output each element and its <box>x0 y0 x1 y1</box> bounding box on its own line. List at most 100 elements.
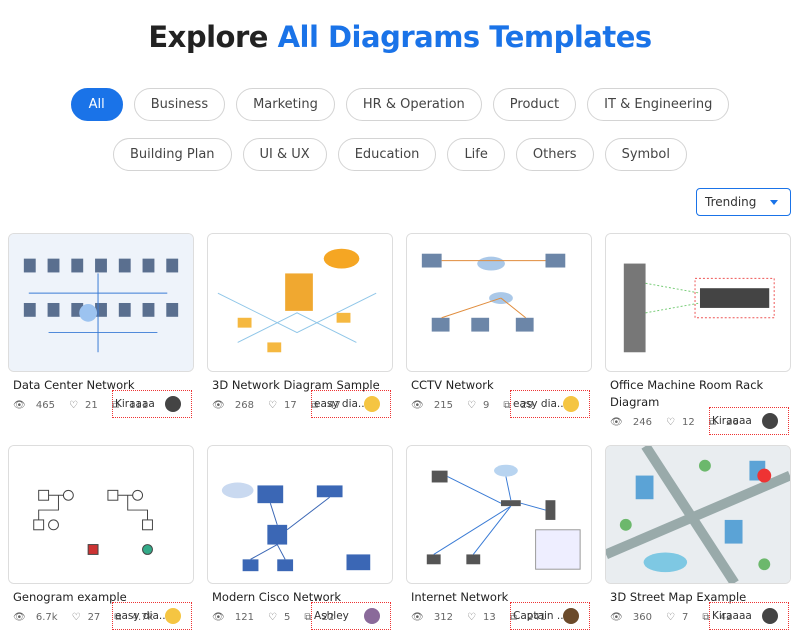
sort-dropdown[interactable]: Trending <box>696 188 791 216</box>
author-link[interactable]: easy dia... <box>311 390 391 418</box>
views-count: 👁 121 <box>212 611 254 623</box>
author-link[interactable]: Kiraaaa <box>112 390 192 418</box>
eye-icon: 👁 <box>411 611 424 623</box>
author-name: easy dia... <box>314 398 368 410</box>
template-thumbnail[interactable] <box>406 445 592 584</box>
views-count: 👁 360 <box>610 611 652 623</box>
filter-product[interactable]: Product <box>492 88 577 121</box>
filter-life[interactable]: Life <box>447 138 505 171</box>
filter-building-plan[interactable]: Building Plan <box>113 138 232 171</box>
author-name: easy dia... <box>115 610 169 622</box>
likes-count: ♡ 17 <box>267 399 297 411</box>
heart-icon: ♡ <box>466 611 476 623</box>
author-name: Kiraaaa <box>712 610 752 622</box>
likes-count: ♡ 21 <box>68 399 98 411</box>
likes-count: ♡ 9 <box>466 399 490 411</box>
eye-icon: 👁 <box>610 611 623 623</box>
eye-icon: 👁 <box>13 611 26 623</box>
eye-icon: 👁 <box>212 399 225 411</box>
avatar <box>165 396 181 412</box>
template-stats: 👁 312 ♡ 13 ⧉ 241 Captain ... <box>406 602 592 630</box>
template-stats: 👁 246 ♡ 12 ⧉ 26 Kiraaaa <box>605 407 791 435</box>
template-card[interactable]: Data Center Network 👁 465 ♡ 21 ⧉ 111 Kira… <box>8 233 194 418</box>
heart-icon: ♡ <box>267 399 277 411</box>
filter-row-2: Building Plan UI & UX Education Life Oth… <box>0 138 800 171</box>
avatar <box>364 608 380 624</box>
author-link[interactable]: Ashley <box>311 602 391 630</box>
template-thumbnail[interactable] <box>605 445 791 584</box>
eye-icon: 👁 <box>411 399 424 411</box>
filter-all[interactable]: All <box>70 88 123 121</box>
likes-count: ♡ 27 <box>71 611 101 623</box>
avatar <box>762 413 778 429</box>
heart-icon: ♡ <box>466 399 476 411</box>
template-stats: 👁 6.7k ♡ 27 ⧉ 4.7k easy dia... <box>8 602 194 630</box>
template-stats: 👁 360 ♡ 7 ⧉ 42 Kiraaaa <box>605 602 791 630</box>
template-card[interactable]: 3D Street Map Example 👁 360 ♡ 7 ⧉ 42 Kira… <box>605 445 791 630</box>
author-link[interactable]: Captain ... <box>510 602 590 630</box>
likes-count: ♡ 5 <box>267 611 291 623</box>
template-thumbnail[interactable] <box>8 233 194 372</box>
template-card[interactable]: Internet Network 👁 312 ♡ 13 ⧉ 241 Captain… <box>406 445 592 630</box>
filter-hr-operation[interactable]: HR & Operation <box>345 88 482 121</box>
likes-count: ♡ 13 <box>466 611 496 623</box>
template-card[interactable]: CCTV Network 👁 215 ♡ 9 ⧉ 29 easy dia... <box>406 233 592 418</box>
sort-value: Trending <box>705 195 757 209</box>
avatar <box>563 608 579 624</box>
author-name: Ashley <box>314 610 349 622</box>
filter-row-1: All Business Marketing HR & Operation Pr… <box>0 88 800 121</box>
template-card[interactable]: 3D Network Diagram Sample 👁 268 ♡ 17 ⧉ 47… <box>207 233 393 418</box>
views-count: 👁 268 <box>212 399 254 411</box>
heart-icon: ♡ <box>665 611 675 623</box>
views-count: 👁 246 <box>610 416 652 428</box>
views-count: 👁 312 <box>411 611 453 623</box>
template-stats: 👁 268 ♡ 17 ⧉ 47 easy dia... <box>207 390 393 418</box>
template-stats: 👁 465 ♡ 21 ⧉ 111 Kiraaaa <box>8 390 194 418</box>
filter-symbol[interactable]: Symbol <box>604 138 687 171</box>
template-card[interactable]: Office Machine Room Rack Diagram 👁 246 ♡… <box>605 233 791 435</box>
title-highlight: All Diagrams Templates <box>277 20 653 54</box>
chevron-down-icon <box>770 200 778 205</box>
eye-icon: 👁 <box>13 399 26 411</box>
author-name: Kiraaaa <box>712 415 752 427</box>
author-link[interactable]: Kiraaaa <box>709 602 789 630</box>
template-thumbnail[interactable] <box>8 445 194 584</box>
views-count: 👁 465 <box>13 399 55 411</box>
author-link[interactable]: Kiraaaa <box>709 407 789 435</box>
template-thumbnail[interactable] <box>406 233 592 372</box>
avatar <box>563 396 579 412</box>
template-thumbnail[interactable] <box>207 233 393 372</box>
template-stats: 👁 215 ♡ 9 ⧉ 29 easy dia... <box>406 390 592 418</box>
page-title: Explore All Diagrams Templates <box>0 20 800 54</box>
avatar <box>762 608 778 624</box>
filter-ui-ux[interactable]: UI & UX <box>242 138 327 171</box>
avatar <box>165 608 181 624</box>
title-prefix: Explore <box>148 20 278 54</box>
heart-icon: ♡ <box>68 399 78 411</box>
template-card[interactable]: Genogram example 👁 6.7k ♡ 27 ⧉ 4.7k easy … <box>8 445 194 630</box>
template-thumbnail[interactable] <box>605 233 791 372</box>
heart-icon: ♡ <box>267 611 277 623</box>
author-name: easy dia... <box>513 398 567 410</box>
views-count: 👁 6.7k <box>13 611 58 623</box>
views-count: 👁 215 <box>411 399 453 411</box>
eye-icon: 👁 <box>610 416 623 428</box>
filter-education[interactable]: Education <box>337 138 437 171</box>
likes-count: ♡ 12 <box>665 416 695 428</box>
avatar <box>364 396 380 412</box>
filter-others[interactable]: Others <box>515 138 594 171</box>
template-card[interactable]: Modern Cisco Network 👁 121 ♡ 5 ⧉ 22 Ashle… <box>207 445 393 630</box>
filter-it-engineering[interactable]: IT & Engineering <box>587 88 730 121</box>
likes-count: ♡ 7 <box>665 611 689 623</box>
author-link[interactable]: easy dia... <box>510 390 590 418</box>
heart-icon: ♡ <box>71 611 81 623</box>
template-thumbnail[interactable] <box>207 445 393 584</box>
heart-icon: ♡ <box>665 416 675 428</box>
author-link[interactable]: easy dia... <box>112 602 192 630</box>
eye-icon: 👁 <box>212 611 225 623</box>
filter-marketing[interactable]: Marketing <box>236 88 335 121</box>
filter-business[interactable]: Business <box>133 88 226 121</box>
author-name: Captain ... <box>513 610 567 622</box>
template-title[interactable]: Office Machine Room Rack Diagram <box>605 377 791 411</box>
author-name: Kiraaaa <box>115 398 155 410</box>
